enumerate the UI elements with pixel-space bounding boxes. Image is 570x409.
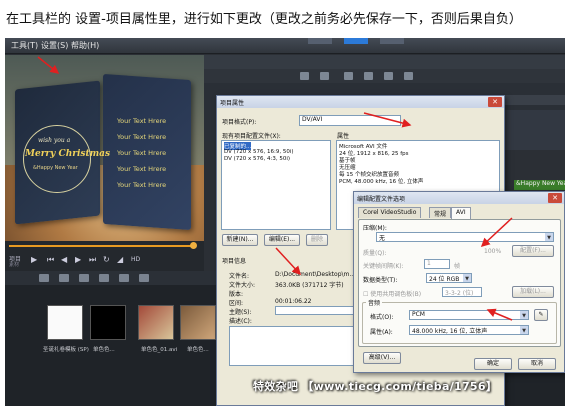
annotation-arrow-new <box>275 247 302 276</box>
screenshot-root: 在工具栏的 设置-项目属性里，进行如下更改（更改之前务必先保存一下，否则后果自负… <box>0 0 570 409</box>
annotation-arrows <box>37 56 513 321</box>
annotation-arrow-compression <box>480 217 513 248</box>
annotation-arrow-settings <box>37 56 60 74</box>
annotation-arrow-format <box>363 112 412 128</box>
annotation-arrow-audio <box>486 308 513 321</box>
